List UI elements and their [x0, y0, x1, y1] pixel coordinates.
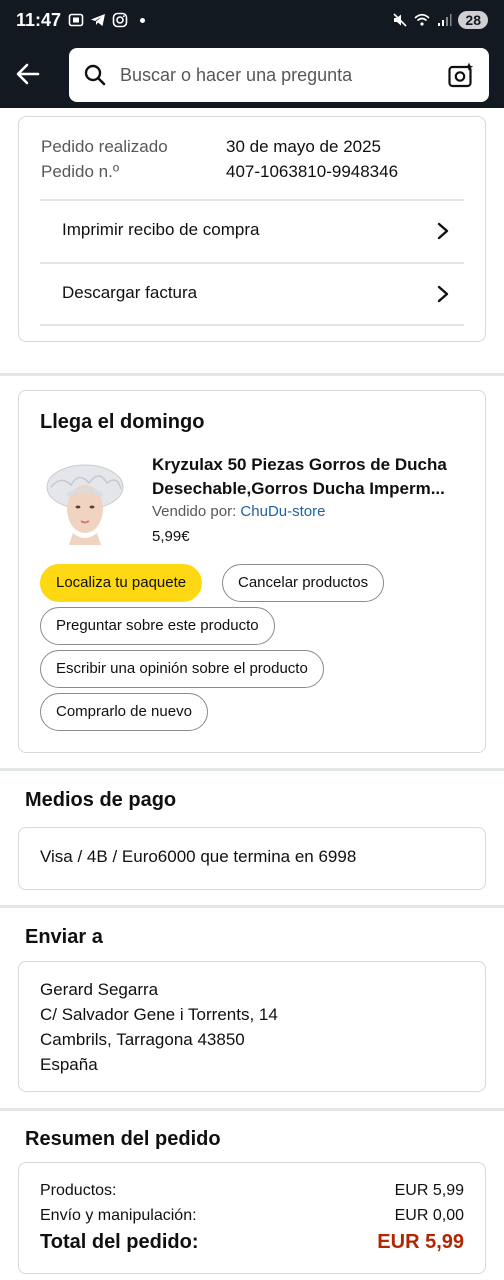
status-bar: 11:47 28 [0, 0, 504, 44]
print-receipt-link[interactable]: Imprimir recibo de compra [40, 201, 464, 261]
delivery-title: Llega el domingo [40, 411, 205, 433]
search-placeholder: Buscar o hacer una pregunta [120, 65, 353, 85]
shipping-title: Enviar a [25, 926, 103, 948]
address-street: C/ Salvador Gene i Torrents, 14 [40, 1005, 278, 1024]
battery-indicator: 28 [458, 11, 488, 29]
address-city: Cambrils, Tarragona 43850 [40, 1030, 245, 1049]
shipment-card: Llega el domingo Kryzulax 50 Piezas Gorr… [18, 390, 486, 753]
app-header: Buscar o hacer una pregunta [0, 44, 504, 108]
screenshot-icon [68, 13, 84, 27]
seller-link[interactable]: ChuDu-store [240, 503, 325, 520]
divider [40, 324, 464, 326]
print-receipt-label: Imprimir recibo de compra [62, 220, 260, 239]
total-value: EUR 5,99 [377, 1231, 464, 1253]
payment-card: Visa / 4B / Euro6000 que termina en 6998 [18, 827, 486, 890]
instagram-icon [112, 12, 128, 28]
order-number-value: 407-1063810-9948346 [226, 162, 399, 181]
total-label: Total del pedido: [40, 1231, 199, 1253]
download-invoice-label: Descargar factura [62, 283, 198, 302]
shipping-section: Enviar a Gerard Segarra C/ Salvador Gene… [0, 908, 504, 1108]
signal-icon [438, 14, 452, 26]
notification-dot-icon [140, 17, 145, 23]
summary-section: Resumen del pedido Productos: EUR 5,99 E… [0, 1111, 504, 1280]
product-price: 5,99€ [152, 528, 190, 545]
address-card: Gerard Segarra C/ Salvador Gene i Torren… [18, 961, 486, 1092]
sold-by-label: Vendido por: [152, 503, 237, 520]
summary-shipping-row: Envío y manipulación: EUR 0,00 [40, 1207, 464, 1225]
download-invoice-link[interactable]: Descargar factura [40, 264, 464, 324]
track-package-button[interactable]: Localiza tu paquete [40, 564, 203, 602]
summary-products-row: Productos: EUR 5,99 [40, 1182, 464, 1200]
payment-section: Medios de pago Visa / 4B / Euro6000 que … [0, 771, 504, 905]
back-arrow-icon[interactable] [12, 58, 44, 90]
product-title[interactable]: Kryzulax 50 Piezas Gorros de Ducha Desec… [152, 453, 472, 501]
order-date-label: Pedido realizado [41, 137, 168, 156]
products-value: EUR 5,99 [394, 1182, 464, 1199]
order-number-label: Pedido n.º [41, 162, 120, 181]
payment-method: Visa / 4B / Euro6000 que termina en 6998 [40, 847, 357, 866]
order-info-section: Pedido realizado 30 de mayo de 2025 Pedi… [0, 108, 504, 373]
summary-title: Resumen del pedido [25, 1128, 221, 1150]
shipping-cost-label: Envío y manipulación: [40, 1207, 197, 1224]
wifi-icon [414, 13, 430, 26]
summary-card: Productos: EUR 5,99 Envío y manipulación… [18, 1162, 486, 1274]
mute-icon [393, 13, 407, 27]
order-date-value: 30 de mayo de 2025 [226, 137, 382, 156]
shipment-section: Llega el domingo Kryzulax 50 Piezas Gorr… [0, 376, 504, 768]
buy-again-button[interactable]: Comprarlo de nuevo [40, 693, 208, 731]
product-image[interactable] [41, 457, 129, 545]
chevron-right-icon [437, 222, 449, 240]
address-name: Gerard Segarra [40, 980, 159, 999]
payment-title: Medios de pago [25, 789, 177, 811]
write-review-button[interactable]: Escribir una opinión sobre el producto [40, 650, 324, 688]
cancel-items-button[interactable]: Cancelar productos [222, 564, 385, 602]
order-info-card: Pedido realizado 30 de mayo de 2025 Pedi… [18, 116, 486, 342]
ask-product-question-button[interactable]: Preguntar sobre este producto [40, 607, 275, 645]
products-label: Productos: [40, 1182, 117, 1199]
telegram-icon [91, 14, 105, 26]
address-country: España [40, 1055, 98, 1074]
chevron-right-icon [437, 285, 449, 303]
search-input[interactable]: Buscar o hacer una pregunta [69, 48, 489, 102]
status-time: 11:47 [16, 10, 62, 30]
shipping-cost-value: EUR 0,00 [394, 1207, 464, 1224]
camera-search-icon[interactable] [447, 61, 475, 89]
search-icon [84, 64, 106, 86]
summary-total-row: Total del pedido: EUR 5,99 [40, 1231, 464, 1254]
